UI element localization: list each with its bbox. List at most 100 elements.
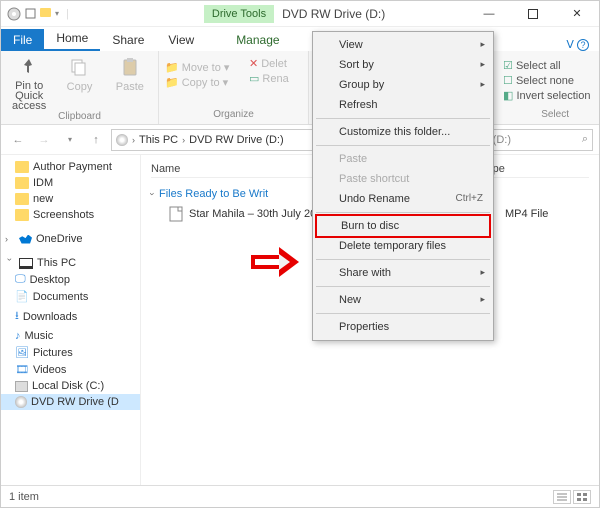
sidebar-item-desktop[interactable]: 🖵Desktop [1, 271, 140, 288]
status-bar: 1 item [1, 485, 599, 507]
delete-button[interactable]: ✕ Delet [249, 57, 289, 70]
invert-icon: ◧ [503, 90, 513, 102]
tab-view[interactable]: View [156, 29, 206, 51]
tab-file[interactable]: File [1, 29, 44, 51]
nav-forward-button[interactable]: → [33, 129, 55, 151]
sidebar-item-screenshots[interactable]: Screenshots [1, 207, 140, 223]
qat-overflow-icon[interactable]: ▾ [55, 9, 59, 18]
address-row: ← → ▾ ↑ › This PC › DVD RW Drive (D:) ve… [1, 125, 599, 155]
ctx-customize[interactable]: Customize this folder... [315, 122, 491, 142]
ctx-group-by[interactable]: Group by [315, 75, 491, 95]
paste-icon [118, 55, 142, 79]
close-button[interactable]: ✕ [555, 1, 599, 27]
sidebar-item-idm[interactable]: IDM [1, 175, 140, 191]
copy-icon [67, 55, 91, 79]
folder-icon [15, 161, 29, 173]
pin-to-quick-access-button[interactable]: Pin to Quick access [7, 55, 51, 111]
ctx-share-with[interactable]: Share with [315, 263, 491, 283]
select-all-icon: ☑ [503, 60, 513, 72]
qat-folder-icon[interactable] [40, 8, 51, 20]
delete-icon: ✕ [249, 57, 258, 70]
ctx-delete-temp[interactable]: Delete temporary files [315, 236, 491, 256]
ctx-properties[interactable]: Properties [315, 317, 491, 337]
context-menu: View Sort by Group by Refresh Customize … [312, 31, 494, 341]
nav-back-button[interactable]: ← [7, 129, 29, 151]
sidebar-item-local-disk[interactable]: Local Disk (C:) [1, 378, 140, 394]
sidebar-item-music[interactable]: ♪Music [1, 328, 140, 344]
ctx-undo-rename[interactable]: Undo RenameCtrl+Z [315, 189, 491, 209]
maximize-button[interactable] [511, 1, 555, 27]
ctx-new[interactable]: New [315, 290, 491, 310]
sidebar-item-this-pc[interactable]: ›This PC [1, 255, 140, 271]
documents-icon: 📄 [15, 290, 29, 303]
chevron-down-icon: › [148, 193, 158, 196]
sidebar-item-documents[interactable]: 📄Documents [1, 288, 140, 305]
sidebar-item-pictures[interactable]: 🖼Pictures [1, 344, 140, 361]
sidebar-item-dvd[interactable]: DVD RW Drive (D [1, 394, 140, 410]
annotation-arrow [251, 249, 305, 275]
copy-button[interactable]: Copy [57, 55, 101, 111]
nav-up-button[interactable]: ↑ [85, 129, 107, 151]
qat-save-icon[interactable] [25, 8, 36, 19]
column-type[interactable]: Type [481, 163, 581, 175]
copy-to-icon: 📁 [165, 76, 179, 89]
drive-tools-contextual-tab: Drive Tools [204, 8, 274, 20]
paste-button[interactable]: Paste [108, 55, 152, 111]
ctx-separator [316, 286, 490, 287]
sidebar-item-new[interactable]: new [1, 191, 140, 207]
ctx-separator [316, 313, 490, 314]
ribbon-tabs: File Home Share View Manage ᐯ ? [1, 27, 599, 51]
ctx-separator [316, 259, 490, 260]
select-none-icon: ☐ [503, 75, 513, 87]
rename-button[interactable]: ▭ Rena [249, 72, 289, 85]
pc-icon [116, 134, 128, 146]
sidebar-item-onedrive[interactable]: ›OneDrive [1, 231, 140, 247]
select-none-button[interactable]: ☐ Select none [503, 74, 593, 87]
onedrive-icon [19, 235, 32, 244]
ctx-paste-shortcut: Paste shortcut [315, 169, 491, 189]
ctx-refresh[interactable]: Refresh [315, 95, 491, 115]
folder-icon [15, 209, 29, 221]
titlebar: ▾ | Drive Tools DVD RW Drive (D:) — ✕ [1, 1, 599, 27]
move-icon: 📁 [165, 61, 179, 74]
sidebar-item-downloads[interactable]: ⭳Downloads [1, 305, 140, 328]
desktop-icon: 🖵 [15, 273, 26, 286]
sidebar-item-videos[interactable]: 🎞Videos [1, 361, 140, 378]
folder-icon [15, 193, 29, 205]
invert-selection-button[interactable]: ◧ Invert selection [503, 89, 593, 102]
ctx-sort-by[interactable]: Sort by [315, 55, 491, 75]
pin-icon [17, 55, 41, 79]
ctx-separator [316, 212, 490, 213]
tab-home[interactable]: Home [44, 27, 100, 51]
tab-share[interactable]: Share [100, 29, 156, 51]
tab-manage[interactable]: Manage [224, 29, 291, 51]
pictures-icon: 🖼 [15, 346, 29, 359]
ribbon-collapse-icon[interactable]: ᐯ ? [566, 38, 589, 51]
downloads-icon: ⭳ [15, 307, 19, 326]
minimize-button[interactable]: — [467, 1, 511, 27]
ctx-view[interactable]: View [315, 35, 491, 55]
ribbon: Pin to Quick access Copy Paste Clipboard… [1, 51, 599, 125]
rename-icon: ▭ [249, 72, 259, 85]
videos-icon: 🎞 [15, 363, 29, 376]
drive-icon [15, 381, 28, 392]
music-icon: ♪ [15, 330, 21, 342]
breadcrumb-this-pc[interactable]: This PC [139, 134, 178, 146]
search-icon: ⌕ [582, 133, 588, 146]
ctx-burn-to-disc[interactable]: Burn to disc [315, 214, 491, 238]
ribbon-group-clipboard: Clipboard [7, 111, 152, 122]
ctx-separator [316, 118, 490, 119]
status-item-count: 1 item [9, 491, 39, 503]
select-all-button[interactable]: ☑ Select all [503, 59, 593, 72]
ctx-paste: Paste [315, 149, 491, 169]
ribbon-group-organize: Organize [165, 109, 302, 120]
navigation-pane: Author Payment IDM new Screenshots ›OneD… [1, 155, 141, 485]
file-icon [169, 206, 183, 222]
breadcrumb-drive[interactable]: DVD RW Drive (D:) [189, 134, 284, 146]
window-title: DVD RW Drive (D:) [274, 7, 393, 21]
nav-recent-button[interactable]: ▾ [59, 129, 81, 151]
pc-icon [19, 258, 33, 269]
icons-view-button[interactable] [573, 490, 591, 504]
sidebar-item-author-payment[interactable]: Author Payment [1, 159, 140, 175]
details-view-button[interactable] [553, 490, 571, 504]
